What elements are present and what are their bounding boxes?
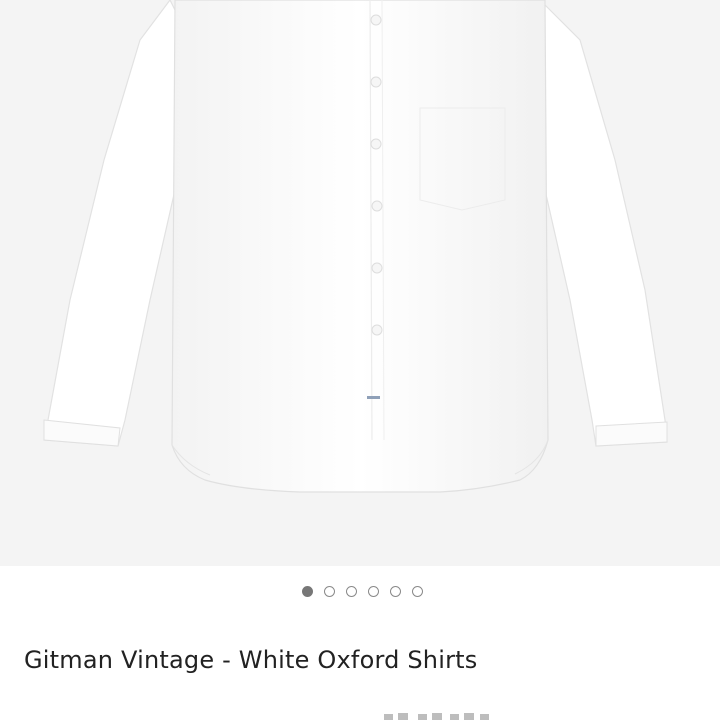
carousel-dot-5[interactable] [389, 585, 401, 597]
product-image [43, 0, 668, 493]
carousel-dot-3[interactable] [345, 585, 357, 597]
seller-info-partial [0, 712, 720, 720]
cropped-text-icon [384, 713, 489, 720]
carousel-indicator [0, 582, 720, 600]
product-image-gallery[interactable] [0, 0, 720, 566]
carousel-dot-1[interactable] [301, 585, 313, 597]
carousel-dot-2[interactable] [323, 585, 335, 597]
carousel-dot-6[interactable] [411, 585, 423, 597]
product-title: Gitman Vintage - White Oxford Shirts [24, 646, 478, 674]
carousel-dot-4[interactable] [367, 585, 379, 597]
